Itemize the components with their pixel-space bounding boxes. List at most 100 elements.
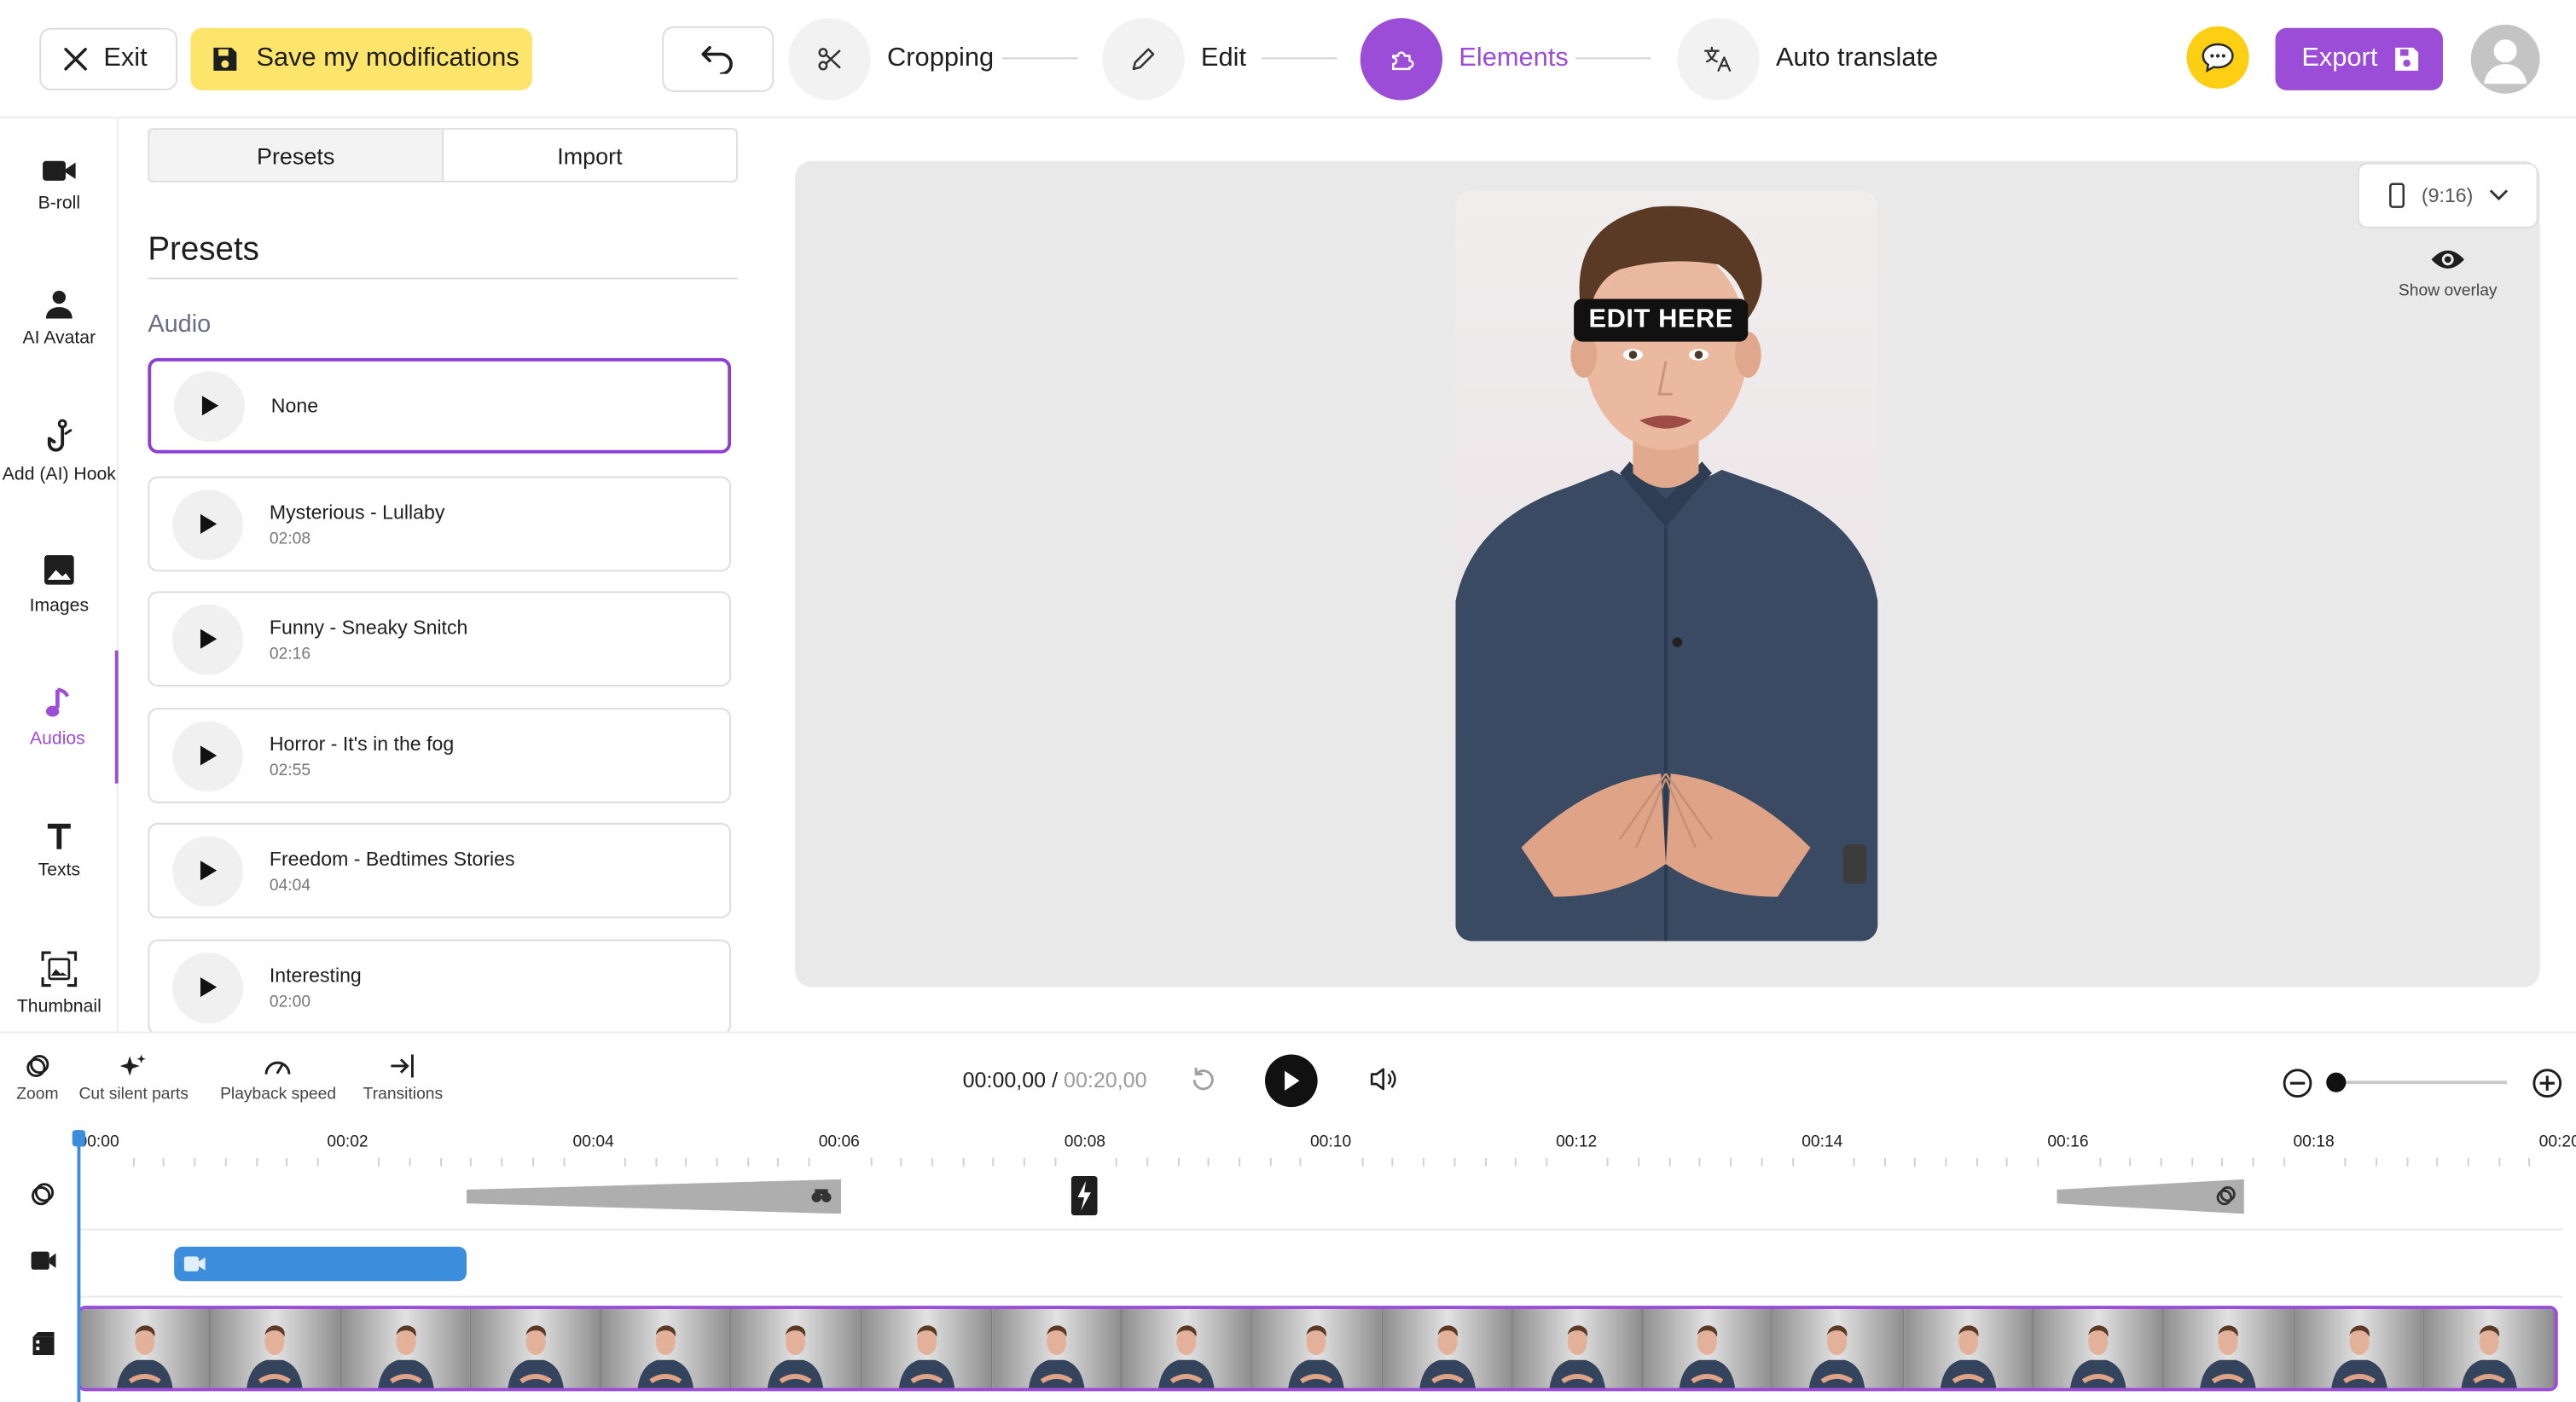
ruler-tick xyxy=(2037,1157,2039,1167)
broll-clip[interactable] xyxy=(174,1246,467,1282)
play-icon[interactable] xyxy=(172,603,244,675)
ruler-tick xyxy=(1238,1157,1240,1167)
sidebar-item-b-roll[interactable]: B-roll xyxy=(0,119,119,252)
zoom-effect-icon xyxy=(810,1186,833,1206)
show-overlay-button[interactable]: Show overlay xyxy=(2372,246,2523,300)
zoom-slider-handle[interactable] xyxy=(2326,1072,2347,1092)
ruler-label: 00:06 xyxy=(818,1133,860,1152)
time-separator: / xyxy=(1052,1067,1059,1092)
zoom-out-icon[interactable] xyxy=(2282,1068,2313,1099)
step-auto-translate[interactable]: Auto translate xyxy=(1677,18,1939,101)
ruler-tick xyxy=(163,1157,165,1167)
audio-item[interactable]: Funny - Sneaky Snitch 02:16 xyxy=(148,591,732,687)
audio-item[interactable]: Interesting 02:00 xyxy=(148,939,732,1032)
play-icon[interactable] xyxy=(172,720,244,791)
video-frame-thumbnail xyxy=(731,1309,862,1388)
chat-button[interactable] xyxy=(2186,26,2249,90)
audio-item[interactable]: Horror - It's in the fog 02:55 xyxy=(148,708,732,803)
sidebar-item-add-ai-hook[interactable]: Add (AI) Hook xyxy=(0,385,119,518)
aspect-ratio-select[interactable]: (9:16) xyxy=(2357,162,2538,229)
caption-overlay[interactable]: EDIT HERE xyxy=(1574,298,1749,342)
ruler-tick xyxy=(1300,1157,1302,1167)
ruler-tick xyxy=(562,1157,565,1167)
ruler-tick xyxy=(654,1157,657,1167)
playhead[interactable] xyxy=(77,1130,81,1402)
step-cropping[interactable]: Cropping xyxy=(788,18,994,101)
track-divider xyxy=(78,1228,2563,1231)
video-preview[interactable]: EDIT HERE xyxy=(1455,190,1878,941)
export-button[interactable]: Export xyxy=(2275,27,2443,90)
audio-item[interactable]: None xyxy=(148,357,732,454)
ruler-tick xyxy=(2221,1157,2224,1167)
save-modifications-button[interactable]: Save my modifications xyxy=(190,27,533,90)
ruler-tick xyxy=(531,1157,534,1167)
playback-speed-tool[interactable]: Playback speed xyxy=(220,1053,336,1104)
user-avatar[interactable] xyxy=(2470,24,2540,94)
step-auto-translate-label: Auto translate xyxy=(1776,44,1939,72)
ruler-tick xyxy=(439,1157,442,1167)
hook-icon xyxy=(44,418,74,454)
transition-marker-icon[interactable] xyxy=(1070,1176,1098,1216)
ruler-tick xyxy=(1023,1157,1025,1167)
audio-name: Funny - Sneaky Snitch xyxy=(269,615,468,639)
play-button[interactable] xyxy=(1265,1054,1318,1108)
audio-panel: Presets Import Presets Audio None Myster… xyxy=(119,119,769,1032)
aspect-ratio-value: (9:16) xyxy=(2421,183,2474,207)
play-icon[interactable] xyxy=(174,370,245,442)
ruler-tick xyxy=(1607,1157,1610,1167)
sidebar-item-label: Texts xyxy=(38,860,81,880)
ruler-label: 00:02 xyxy=(327,1133,368,1152)
main-video-clip[interactable] xyxy=(77,1306,2558,1392)
step-connector xyxy=(1575,57,1651,60)
audio-item[interactable]: Freedom - Bedtimes Stories 04:04 xyxy=(148,822,732,918)
zoom-tool[interactable]: Zoom xyxy=(16,1053,58,1104)
zoom-in-icon[interactable] xyxy=(2532,1068,2563,1099)
scissors-icon xyxy=(788,18,871,101)
ruler-tick xyxy=(378,1157,380,1167)
playhead-handle[interactable] xyxy=(72,1130,86,1147)
pencil-icon xyxy=(1102,18,1185,101)
ruler-label: 00:14 xyxy=(1801,1133,1843,1152)
undo-button[interactable] xyxy=(662,26,775,92)
ruler-label: 00:04 xyxy=(572,1133,614,1152)
tab-presets[interactable]: Presets xyxy=(149,130,444,181)
video-frame-thumbnail xyxy=(1903,1309,2034,1388)
audio-item[interactable]: Mysterious - Lullaby 02:08 xyxy=(148,476,732,572)
play-icon[interactable] xyxy=(172,952,244,1023)
video-frame-thumbnail xyxy=(2164,1309,2295,1388)
zoom-segment[interactable] xyxy=(466,1179,842,1214)
sidebar-item-texts[interactable]: Texts xyxy=(0,784,119,917)
sidebar-item-label: Images xyxy=(29,595,90,616)
ruler-tick xyxy=(1423,1157,1425,1167)
sidebar-item-images[interactable]: Images xyxy=(0,518,119,651)
track-divider xyxy=(78,1295,2563,1298)
ruler-tick xyxy=(808,1157,810,1167)
play-icon[interactable] xyxy=(172,835,244,907)
text-icon xyxy=(44,820,74,850)
ruler-tick xyxy=(1392,1157,1395,1167)
ruler-tick xyxy=(931,1157,933,1167)
play-icon xyxy=(1281,1069,1301,1092)
sparkles-icon xyxy=(119,1053,148,1080)
volume-icon[interactable] xyxy=(1368,1066,1398,1092)
replay-icon[interactable] xyxy=(1189,1066,1217,1094)
step-connector xyxy=(1001,57,1078,60)
step-elements[interactable]: Elements xyxy=(1360,18,1569,101)
broll-track-icon xyxy=(26,1250,60,1272)
sidebar-item-ai-avatar[interactable]: AI Avatar xyxy=(0,252,119,385)
timeline-ruler[interactable]: 00:00 00:02 00:04 00:06 00:08 00:10 00:12 00:14… xyxy=(78,1130,2576,1167)
exit-button[interactable]: Exit xyxy=(39,27,178,90)
tab-import[interactable]: Import xyxy=(444,130,736,181)
transition-icon xyxy=(390,1053,416,1080)
transitions-tool[interactable]: Transitions xyxy=(363,1053,443,1104)
play-icon[interactable] xyxy=(172,488,244,559)
video-frame-thumbnail xyxy=(1773,1309,1904,1388)
sidebar-item-audios[interactable]: Audios xyxy=(0,650,119,784)
zoom-slider-track[interactable] xyxy=(2332,1080,2508,1085)
step-edit[interactable]: Edit xyxy=(1102,18,1246,101)
sidebar-item-thumbnail[interactable]: Thumbnail xyxy=(0,917,119,1050)
audio-name: Horror - It's in the fog xyxy=(269,732,455,755)
ruler-tick xyxy=(1914,1157,1917,1167)
cut-silent-parts-tool[interactable]: Cut silent parts xyxy=(78,1053,189,1104)
zoom-effect-icon xyxy=(2214,1185,2237,1208)
